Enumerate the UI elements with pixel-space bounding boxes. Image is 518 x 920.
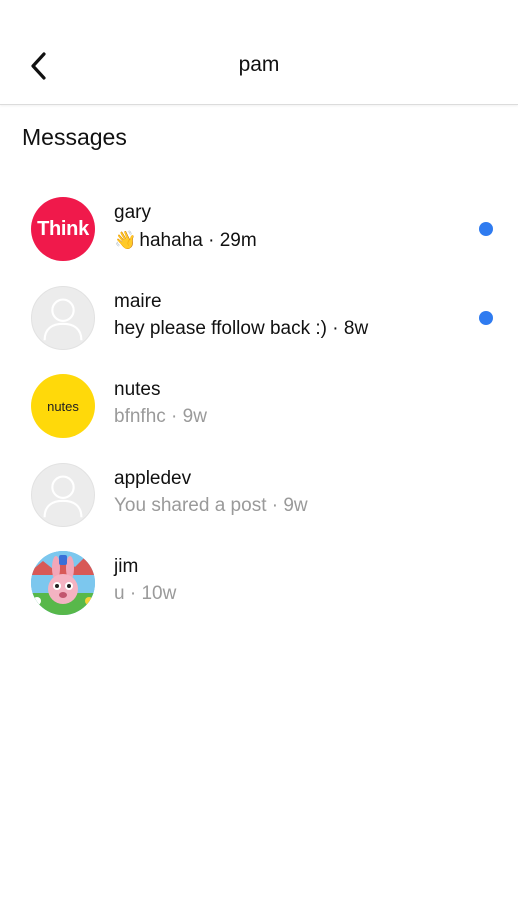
- cartoon-bunny-avatar: [31, 551, 95, 615]
- thread-preview: bfnfhc · 9w: [114, 406, 207, 427]
- avatar: [31, 551, 95, 615]
- avatar-text: Think: [37, 217, 89, 240]
- thread-name: gary: [114, 202, 151, 223]
- thread-preview-text: hahaha · 29m: [139, 230, 257, 251]
- avatar-text: nutes: [47, 398, 79, 414]
- unread-dot-icon: [479, 222, 493, 236]
- avatar: [31, 285, 95, 350]
- unread-dot-icon: [479, 310, 493, 325]
- thread-name: appledev: [114, 467, 192, 489]
- thread-preview: hey please ffollow back :) · 8w: [114, 317, 369, 339]
- thread-row-maire[interactable]: maire hey please ffollow back :) · 8w: [0, 273, 518, 362]
- messages-heading: Messages: [22, 124, 127, 150]
- thread-preview: You shared a post · 9w: [114, 494, 308, 516]
- top-bar: pam: [0, 0, 518, 105]
- message-thread-list: Think gary 👋 hahaha · 29m maire hey pleas…: [0, 184, 518, 627]
- thread-row-nutes[interactable]: nutes nutes bfnfhc · 9w: [0, 361, 518, 450]
- person-placeholder-icon: [43, 475, 83, 517]
- conversation-title: pam: [238, 53, 280, 76]
- thread-preview: u · 10w: [114, 583, 177, 604]
- waving-hand-icon: 👋: [114, 230, 137, 250]
- thread-row-gary[interactable]: Think gary 👋 hahaha · 29m: [0, 184, 518, 273]
- avatar: Think: [31, 197, 95, 261]
- avatar: nutes: [31, 374, 95, 438]
- avatar: [31, 462, 95, 527]
- thread-preview: 👋 hahaha · 29m: [114, 227, 458, 254]
- thread-name: maire: [114, 290, 162, 312]
- person-placeholder-icon: [43, 298, 83, 340]
- thread-name: jim: [114, 556, 139, 577]
- thread-name: nutes: [114, 379, 161, 400]
- thread-row-appledev[interactable]: appledev You shared a post · 9w: [0, 450, 518, 539]
- thread-row-jim[interactable]: jim u · 10w: [0, 538, 518, 627]
